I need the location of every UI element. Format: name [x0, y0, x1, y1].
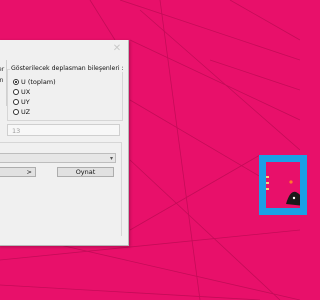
radio-uz[interactable]: UZ [13, 107, 30, 116]
play-button[interactable]: Oynat [57, 167, 114, 177]
group-border [121, 142, 122, 236]
radio-ux[interactable]: UX [13, 87, 30, 96]
preview-graphic [266, 162, 300, 208]
radio-indicator[interactable] [13, 108, 19, 115]
display-dialog: ✕ er ın Gösterilecek deplasman bileşenle… [0, 40, 129, 246]
radio-label: UX [21, 87, 31, 96]
left-label-2: ın [0, 77, 4, 84]
radio-indicator[interactable] [13, 78, 19, 85]
chevron-down-icon: ▾ [109, 155, 113, 162]
preview-frame [259, 155, 307, 215]
radio-label: U (toplam) [21, 77, 56, 86]
left-label-1: er [0, 66, 5, 73]
radio-u-total[interactable]: U (toplam) [13, 77, 56, 86]
radio-indicator[interactable] [13, 98, 19, 105]
group-divider [0, 142, 122, 143]
value-field[interactable]: 13 [7, 124, 120, 136]
radio-indicator[interactable] [13, 88, 19, 95]
radio-uy[interactable]: UY [13, 97, 30, 106]
left-panel: er ın [0, 60, 7, 106]
close-icon[interactable]: ✕ [111, 43, 123, 55]
radio-label: UY [21, 97, 30, 106]
dropdown-select[interactable]: ▾ [0, 153, 116, 163]
group-title: Gösterilecek deplasman bileşenleri : [10, 65, 125, 72]
radio-label: UZ [21, 107, 31, 116]
previous-button[interactable]: > [0, 167, 36, 177]
